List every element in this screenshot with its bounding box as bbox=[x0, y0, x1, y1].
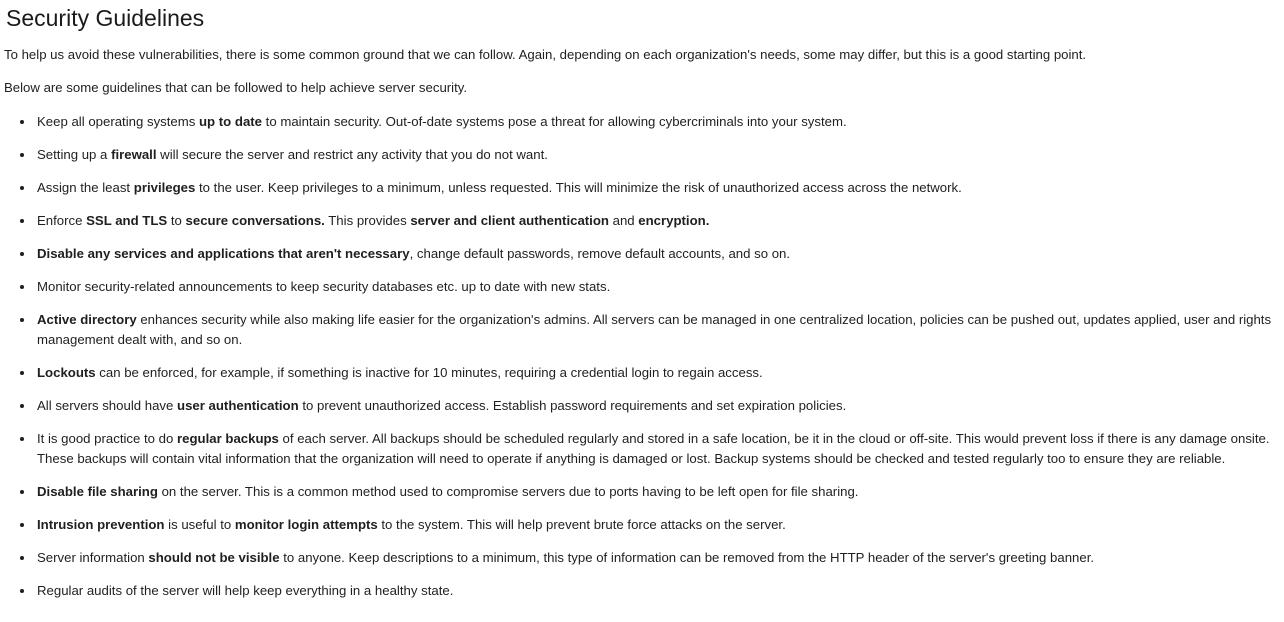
intro-paragraph: Below are some guidelines that can be fo… bbox=[4, 80, 468, 95]
guideline-text: to bbox=[167, 213, 186, 228]
emphasis-text: Intrusion prevention bbox=[37, 517, 165, 532]
bullet-icon bbox=[20, 437, 24, 441]
guideline-text: Monitor security-related announcements t… bbox=[37, 279, 611, 294]
guideline-item: Enforce SSL and TLS to secure conversati… bbox=[4, 211, 1284, 231]
guideline-text: Regular audits of the server will help k… bbox=[37, 583, 454, 598]
intro-paragraph: To help us avoid these vulnerabilities, … bbox=[4, 47, 1087, 62]
bullet-icon bbox=[20, 318, 24, 322]
guideline-item: Disable file sharing on the server. This… bbox=[4, 482, 1284, 502]
guideline-item: Assign the least privileges to the user.… bbox=[4, 178, 1284, 198]
page-title: Security Guidelines bbox=[6, 5, 205, 31]
emphasis-text: monitor login attempts bbox=[234, 517, 378, 532]
guideline-text: It is good practice to do bbox=[37, 431, 178, 446]
guideline-text: to anyone. Keep descriptions to a minimu… bbox=[279, 550, 1095, 565]
guideline-text: Keep all operating systems bbox=[37, 114, 199, 129]
guideline-item: All servers should have user authenticat… bbox=[4, 396, 1284, 416]
guideline-text: All servers should have bbox=[37, 398, 178, 413]
guideline-item: Lockouts can be enforced, for example, i… bbox=[4, 363, 1284, 383]
bullet-icon bbox=[20, 120, 24, 124]
guideline-item: Server information should not be visible… bbox=[4, 548, 1284, 568]
guideline-text: Enforce bbox=[37, 213, 87, 228]
emphasis-text: Active directory bbox=[37, 312, 137, 327]
bullet-icon bbox=[20, 371, 24, 375]
guideline-text: can be enforced, for example, if somethi… bbox=[95, 365, 763, 380]
emphasis-text: regular backups bbox=[177, 431, 279, 446]
guideline-item: Keep all operating systems up to date to… bbox=[4, 112, 1284, 132]
guideline-text: to prevent unauthorized access. Establis… bbox=[298, 398, 847, 413]
emphasis-text: user authentication bbox=[177, 398, 299, 413]
emphasis-text: server and client authentication bbox=[410, 213, 609, 228]
emphasis-text: firewall bbox=[111, 147, 157, 162]
bullet-icon bbox=[20, 252, 24, 256]
emphasis-text: should not be visible bbox=[148, 550, 280, 565]
guideline-text: Server information bbox=[37, 550, 149, 565]
guideline-item: Setting up a firewall will secure the se… bbox=[4, 145, 1284, 165]
bullet-icon bbox=[20, 556, 24, 560]
guideline-text: will secure the server and restrict any … bbox=[156, 147, 548, 162]
bullet-icon bbox=[20, 523, 24, 527]
guideline-item: Active directory enhances security while… bbox=[4, 310, 1284, 350]
bullet-icon bbox=[20, 404, 24, 408]
guideline-item: Regular audits of the server will help k… bbox=[4, 581, 1284, 601]
bullet-icon bbox=[20, 589, 24, 593]
emphasis-text: SSL and TLS bbox=[86, 213, 168, 228]
guideline-text: to the system. This will help prevent br… bbox=[377, 517, 786, 532]
guideline-text: on the server. This is a common method u… bbox=[157, 484, 859, 499]
guideline-text: , change default passwords, remove defau… bbox=[409, 246, 791, 261]
emphasis-text: Disable file sharing bbox=[37, 484, 158, 499]
bullet-icon bbox=[20, 490, 24, 494]
emphasis-text: Lockouts bbox=[37, 365, 96, 380]
bullet-icon bbox=[20, 285, 24, 289]
bullet-icon bbox=[20, 153, 24, 157]
guideline-text: to the user. Keep privileges to a minimu… bbox=[195, 180, 962, 195]
guideline-item: It is good practice to do regular backup… bbox=[4, 429, 1284, 469]
guideline-text: and bbox=[608, 213, 639, 228]
guideline-text: to maintain security. Out-of-date system… bbox=[262, 114, 847, 129]
guideline-text: Assign the least bbox=[37, 180, 134, 195]
article: Security Guidelines To help us avoid the… bbox=[0, 0, 1284, 622]
bullet-icon bbox=[20, 186, 24, 190]
guidelines-list: Keep all operating systems up to date to… bbox=[4, 112, 1284, 601]
guideline-item: Disable any services and applications th… bbox=[4, 244, 1284, 264]
guideline-text: enhances security while also making life… bbox=[37, 312, 1272, 347]
emphasis-text: Disable any services and applications th… bbox=[37, 246, 410, 261]
guideline-item: Monitor security-related announcements t… bbox=[4, 277, 1284, 297]
guideline-text: is useful to bbox=[164, 517, 235, 532]
guideline-text: Setting up a bbox=[37, 147, 112, 162]
emphasis-text: encryption. bbox=[638, 213, 710, 228]
emphasis-text: up to date bbox=[199, 114, 263, 129]
emphasis-text: secure conversations. bbox=[185, 213, 325, 228]
emphasis-text: privileges bbox=[133, 180, 196, 195]
guideline-item: Intrusion prevention is useful to monito… bbox=[4, 515, 1284, 535]
bullet-icon bbox=[20, 219, 24, 223]
guideline-text: This provides bbox=[324, 213, 411, 228]
